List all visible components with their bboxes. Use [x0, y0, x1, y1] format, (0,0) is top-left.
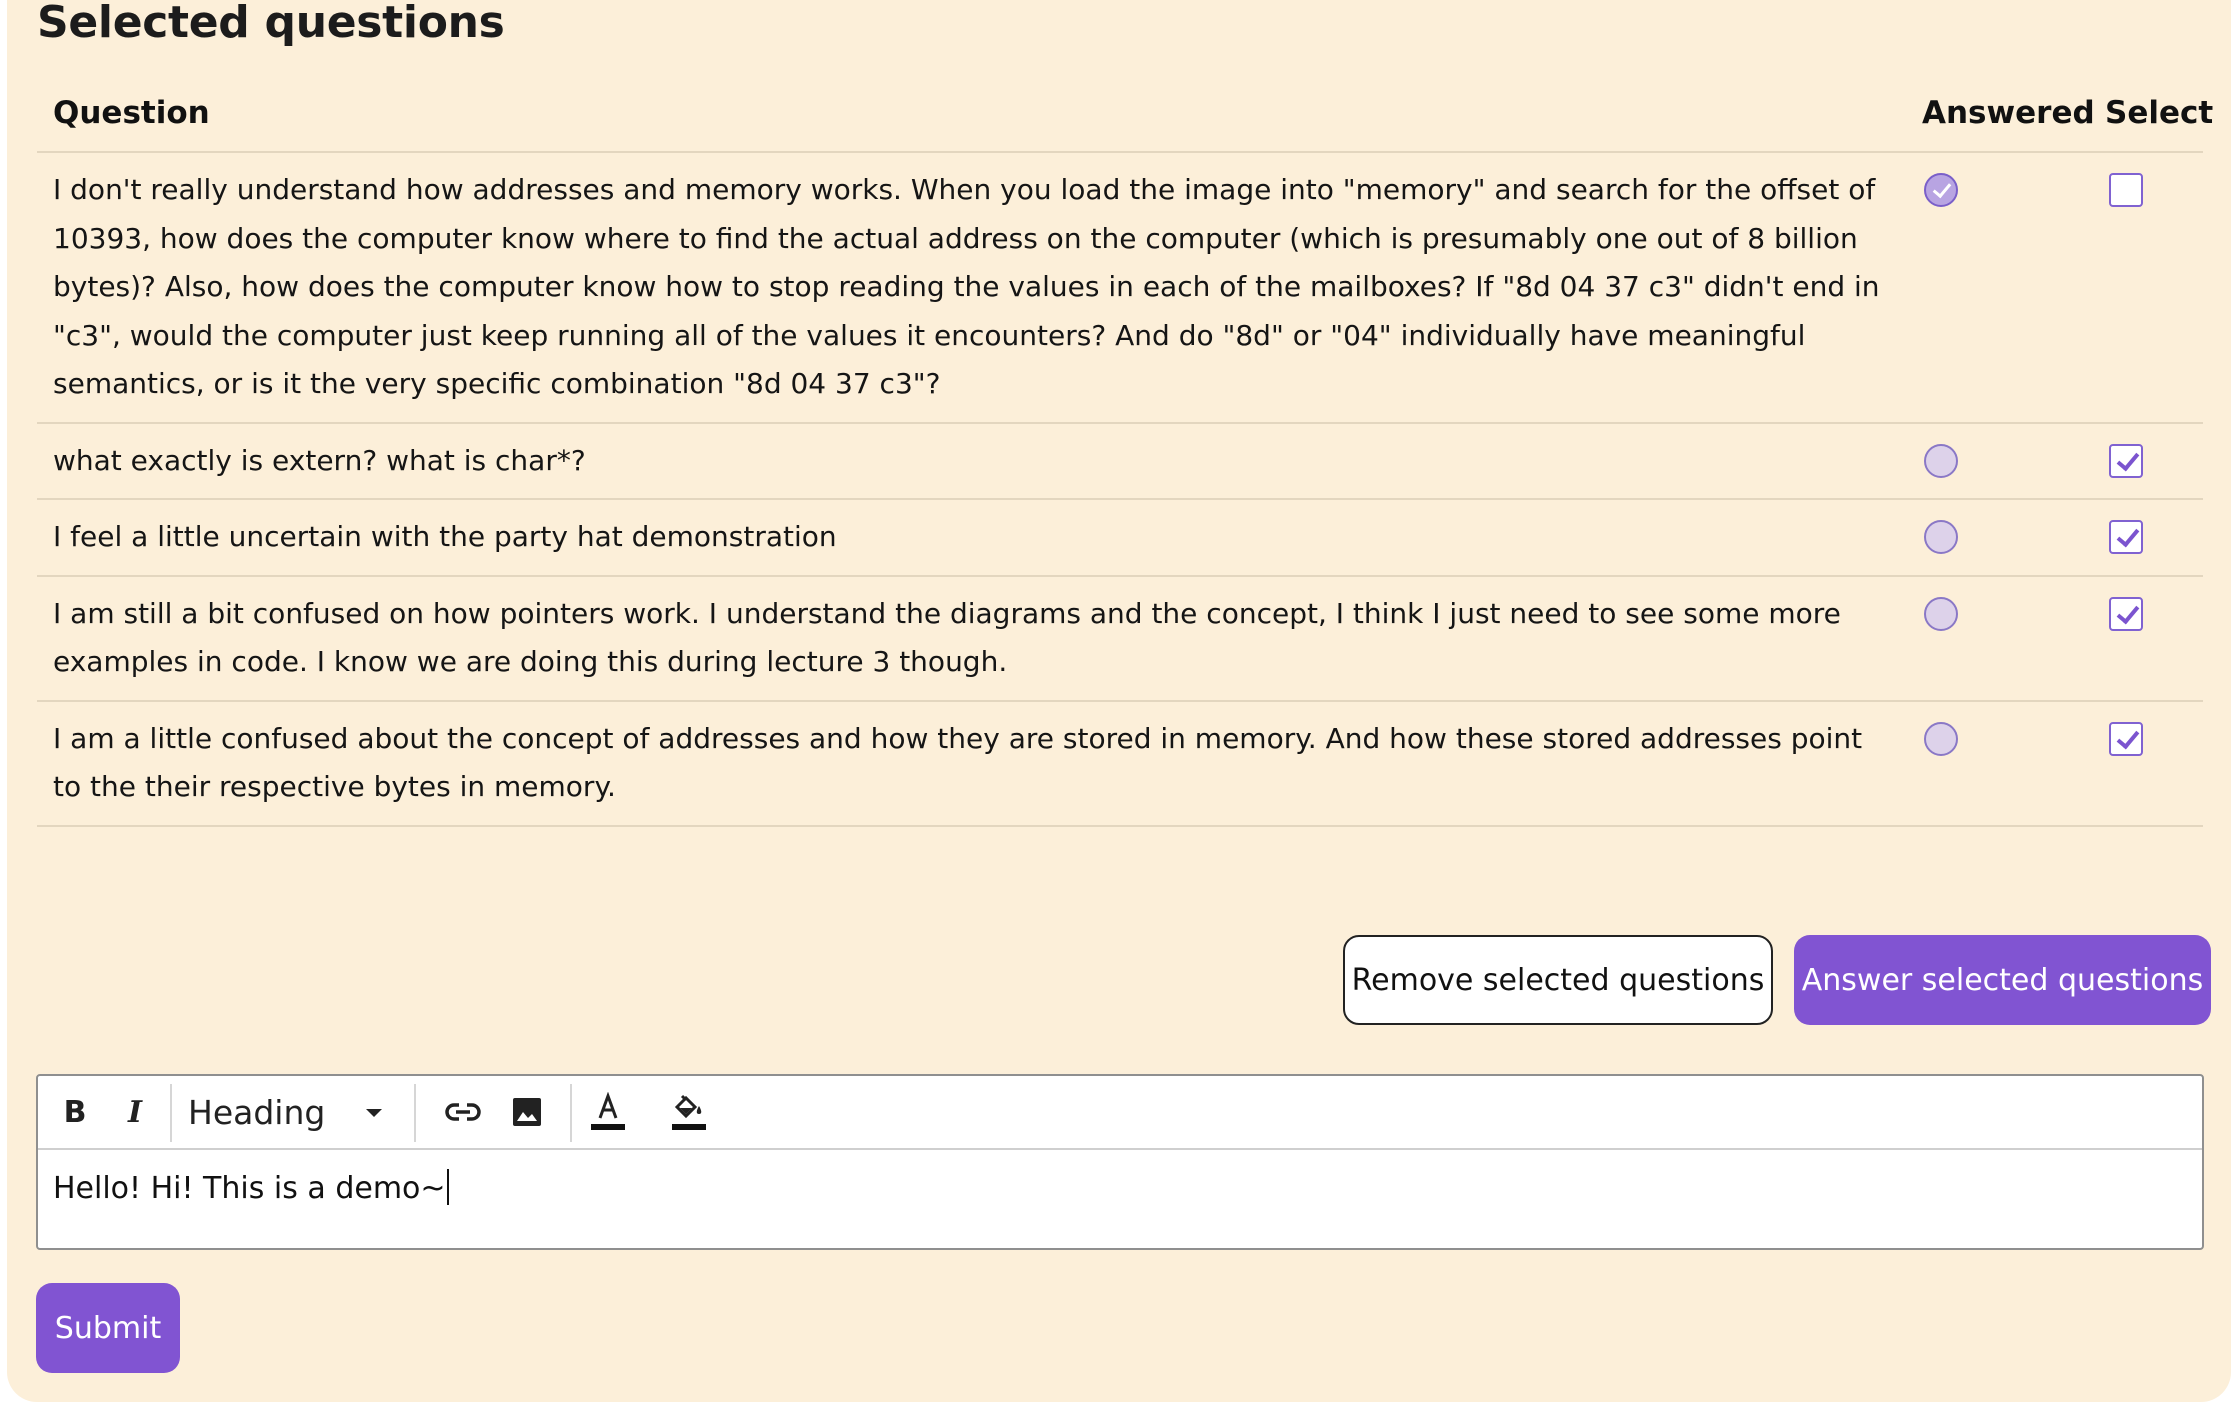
heading-select-label: Heading [188, 1092, 326, 1132]
answered-cell [1906, 499, 2089, 577]
questions-table: Question Answered Select I don't really … [37, 75, 2213, 827]
fill-color-icon[interactable] [664, 1084, 714, 1140]
select-cell [2089, 700, 2203, 827]
answer-selected-button[interactable]: Answer selected questions [1794, 935, 2211, 1025]
select-checkbox-checked[interactable] [2109, 520, 2143, 554]
text-cursor [446, 1169, 449, 1205]
select-checkbox[interactable] [2109, 173, 2143, 207]
page-title: Selected questions [37, 0, 505, 48]
font-color-icon[interactable] [583, 1084, 633, 1140]
bold-icon[interactable]: B [50, 1084, 100, 1140]
answered-radio[interactable] [1924, 520, 1958, 554]
select-column-header: Select [2089, 75, 2213, 153]
select-checkbox-checked[interactable] [2109, 596, 2143, 631]
question-row: I feel a little uncertain with the party… [37, 499, 2203, 577]
rich-text-editor: B I Heading Hello! Hi! This is a demo~ [36, 1074, 2204, 1250]
selected-questions-card: Selected questions Question Answered Sel… [7, 0, 2231, 1402]
select-cell [2089, 499, 2203, 577]
remove-selected-button[interactable]: Remove selected questions [1343, 935, 1773, 1025]
question-column-header: Question [37, 75, 1906, 153]
link-icon-graphic [445, 1103, 481, 1121]
question-row: I am still a bit confused on how pointer… [37, 575, 2203, 702]
answered-cell [1906, 700, 2089, 827]
heading-select[interactable]: Heading [188, 1084, 398, 1140]
question-row: what exactly is extern? what is char*? [37, 422, 2203, 500]
toolbar-divider [170, 1084, 172, 1142]
question-text: what exactly is extern? what is char*? [37, 422, 1906, 500]
table-header-row: Question Answered Select [37, 75, 2213, 153]
answered-cell [1906, 422, 2089, 500]
question-text: I don't really understand how addresses … [37, 152, 1906, 424]
answered-radio[interactable] [1924, 596, 1958, 631]
image-icon[interactable] [502, 1084, 552, 1140]
select-cell [2089, 152, 2203, 424]
answered-radio[interactable] [1924, 443, 1958, 478]
select-cell [2089, 422, 2203, 500]
editor-text: Hello! Hi! This is a demo~ [53, 1171, 446, 1206]
select-cell [2089, 575, 2203, 702]
answered-radio[interactable] [1924, 721, 1958, 756]
question-text: I feel a little uncertain with the party… [37, 499, 1906, 577]
answered-column-header: Answered [1906, 75, 2095, 153]
image-icon-graphic [513, 1098, 541, 1126]
fill-color-icon-graphic [672, 1094, 706, 1130]
italic-icon[interactable]: I [110, 1084, 160, 1140]
link-icon[interactable] [438, 1084, 488, 1140]
toolbar-divider [414, 1084, 416, 1142]
answered-cell [1906, 575, 2089, 702]
select-checkbox-checked[interactable] [2109, 443, 2143, 478]
editor-toolbar: B I Heading [38, 1076, 2202, 1150]
submit-button[interactable]: Submit [36, 1283, 180, 1373]
toolbar-divider [570, 1084, 572, 1142]
editor-content[interactable]: Hello! Hi! This is a demo~ [38, 1150, 2202, 1228]
question-text: I am a little confused about the concept… [37, 700, 1906, 827]
chevron-down-icon [366, 1109, 382, 1117]
select-checkbox-checked[interactable] [2109, 721, 2143, 756]
question-row: I don't really understand how addresses … [37, 152, 2203, 424]
font-color-icon-graphic [591, 1092, 625, 1130]
question-text: I am still a bit confused on how pointer… [37, 575, 1906, 702]
answered-radio-checked[interactable] [1924, 173, 1958, 207]
answered-cell [1906, 152, 2089, 424]
question-row: I am a little confused about the concept… [37, 700, 2203, 827]
